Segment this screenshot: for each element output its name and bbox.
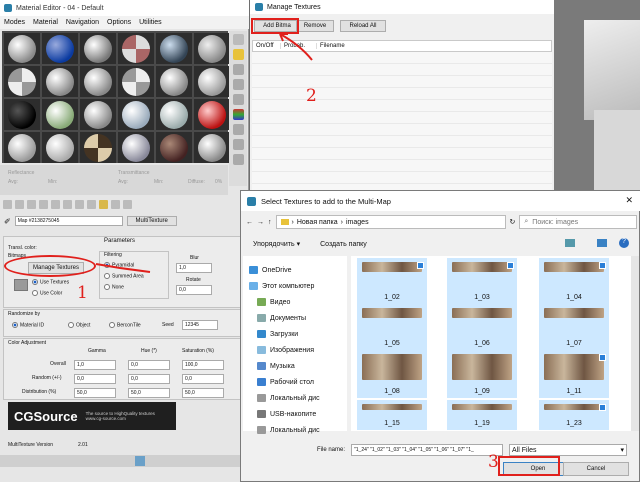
- annotation-arrows: [95, 33, 313, 273]
- annotation-number-2: 2: [306, 86, 317, 106]
- arrow-line-2: [279, 33, 313, 61]
- annotation-number-1: 1: [77, 283, 88, 303]
- arrow-line-1: [95, 263, 151, 273]
- annotation-number-3: 3: [488, 452, 499, 472]
